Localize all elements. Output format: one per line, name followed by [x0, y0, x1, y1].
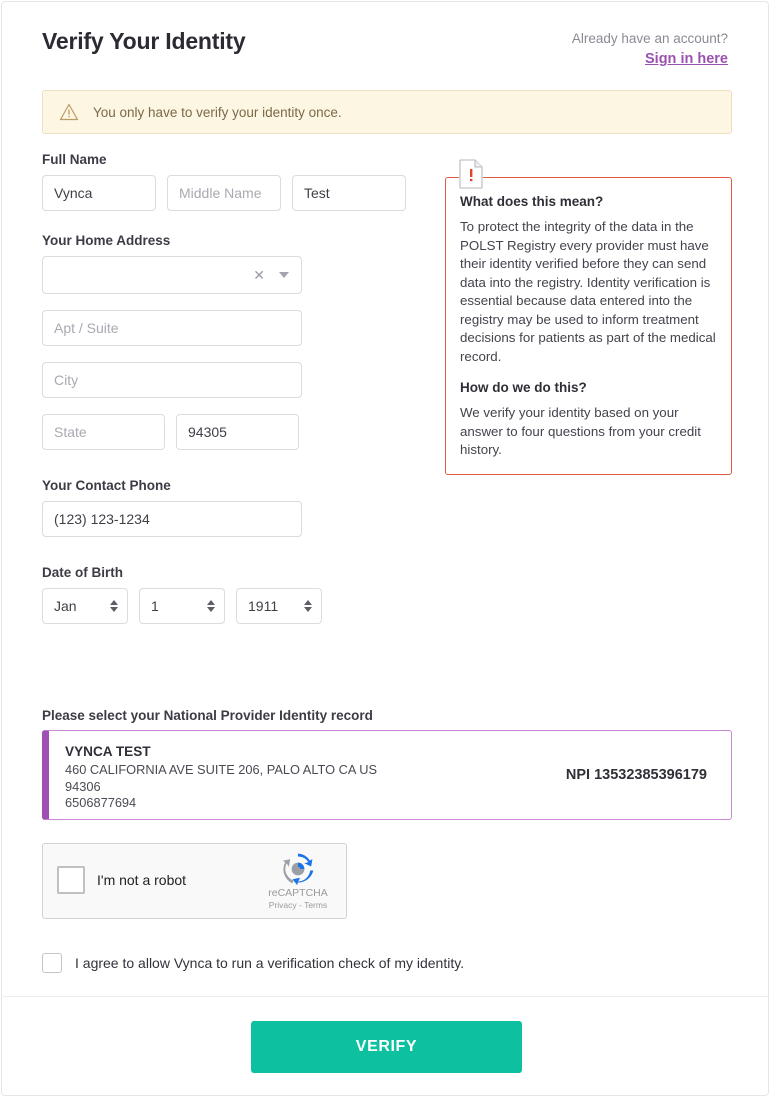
npi-phone: 6506877694 — [65, 795, 137, 810]
identity-form: Full Name Vynca Middle Name Test Your Ho… — [42, 152, 422, 624]
warning-triangle-icon — [59, 102, 79, 122]
month-spinner-arrows-icon[interactable] — [110, 600, 118, 612]
year-spinner-arrows-icon[interactable] — [304, 600, 312, 612]
home-address-select[interactable]: ✕ — [42, 256, 302, 294]
dob-year-value: 1911 — [248, 598, 279, 614]
date-of-birth-label: Date of Birth — [42, 565, 123, 580]
state-zip-row: State 94305 — [42, 414, 422, 450]
state-input[interactable]: State — [42, 414, 165, 450]
first-name-input[interactable]: Vynca — [42, 175, 156, 211]
recaptcha-branding: reCAPTCHA Privacy - Terms — [260, 852, 336, 910]
date-of-birth-row: Jan 1 1911 — [42, 588, 422, 624]
full-name-row: Vynca Middle Name Test — [42, 175, 422, 211]
year-spinner-up-icon[interactable] — [304, 600, 312, 605]
page-title: Verify Your Identity — [42, 28, 246, 54]
middle-name-input[interactable]: Middle Name — [167, 175, 281, 211]
verify-once-notice: You only have to verify your identity on… — [42, 90, 732, 134]
info-panel-box: What does this mean? To protect the inte… — [445, 177, 732, 475]
zip-input[interactable]: 94305 — [176, 414, 299, 450]
dob-year-stepper[interactable]: 1911 — [236, 588, 322, 624]
npi-record-card[interactable]: VYNCA TEST 460 CALIFORNIA AVE SUITE 206,… — [42, 730, 732, 820]
day-spinner-down-icon[interactable] — [207, 607, 215, 612]
home-address-label: Your Home Address — [42, 233, 171, 248]
verify-button[interactable]: VERIFY — [251, 1021, 522, 1073]
recaptcha-brand-text: reCAPTCHA — [268, 887, 328, 899]
contact-phone-label: Your Contact Phone — [42, 478, 171, 493]
account-block: Already have an account? Sign in here — [572, 29, 728, 68]
recaptcha-checkbox[interactable] — [57, 866, 85, 894]
info-heading-2: How do we do this? — [460, 380, 587, 395]
npi-zip: 94306 — [65, 778, 101, 794]
agreement-checkbox[interactable] — [42, 953, 62, 973]
year-spinner-down-icon[interactable] — [304, 607, 312, 612]
dob-month-value: Jan — [54, 598, 77, 614]
info-heading-1: What does this mean? — [460, 194, 604, 209]
last-name-input[interactable]: Test — [292, 175, 406, 211]
recaptcha-label: I'm not a robot — [97, 872, 187, 888]
sign-in-link[interactable]: Sign in here — [645, 51, 728, 67]
month-spinner-down-icon[interactable] — [110, 607, 118, 612]
account-prompt-text: Already have an account? — [571, 31, 728, 46]
npi-record-details: VYNCA TEST 460 CALIFORNIA AVE SUITE 206,… — [65, 744, 377, 812]
contact-phone-input[interactable]: (123) 123-1234 — [42, 501, 302, 537]
agreement-label: I agree to allow Vynca to run a verifica… — [75, 955, 465, 971]
verify-identity-page: Verify Your Identity Already have an acc… — [0, 0, 770, 1097]
chevron-down-icon[interactable] — [279, 272, 289, 278]
document-alert-icon — [459, 159, 483, 189]
recaptcha-logo-icon — [282, 853, 314, 886]
footer-divider — [3, 996, 769, 997]
recaptcha-widget[interactable]: I'm not a robot reCAPTCHA Privacy - Term… — [42, 843, 347, 919]
dob-month-stepper[interactable]: Jan — [42, 588, 128, 624]
clear-x-icon[interactable]: ✕ — [253, 268, 265, 282]
info-body-1: To protect the integrity of the data in … — [460, 219, 716, 364]
month-spinner-up-icon[interactable] — [110, 600, 118, 605]
dob-day-value: 1 — [151, 598, 159, 614]
npi-number: NPI 13532385396179 — [565, 767, 707, 783]
full-name-label: Full Name — [42, 152, 107, 167]
day-spinner-up-icon[interactable] — [207, 600, 215, 605]
page-card: Verify Your Identity Already have an acc… — [1, 1, 769, 1096]
notice-text: You only have to verify your identity on… — [93, 104, 342, 120]
agreement-row: I agree to allow Vynca to run a verifica… — [42, 953, 464, 973]
npi-address: 460 CALIFORNIA AVE SUITE 206, PALO ALTO … — [65, 762, 377, 777]
info-panel: What does this mean? To protect the inte… — [445, 159, 732, 475]
day-spinner-arrows-icon[interactable] — [207, 600, 215, 612]
page-header: Verify Your Identity Already have an acc… — [42, 28, 728, 84]
info-body-2: We verify your identity based on your an… — [460, 405, 701, 457]
apt-suite-input[interactable]: Apt / Suite — [42, 310, 302, 346]
dob-day-stepper[interactable]: 1 — [139, 588, 225, 624]
recaptcha-terms-text[interactable]: Privacy - Terms — [260, 900, 336, 910]
npi-provider-name: VYNCA TEST — [65, 744, 151, 759]
city-input[interactable]: City — [42, 362, 302, 398]
npi-section-label: Please select your National Provider Ide… — [42, 708, 373, 723]
